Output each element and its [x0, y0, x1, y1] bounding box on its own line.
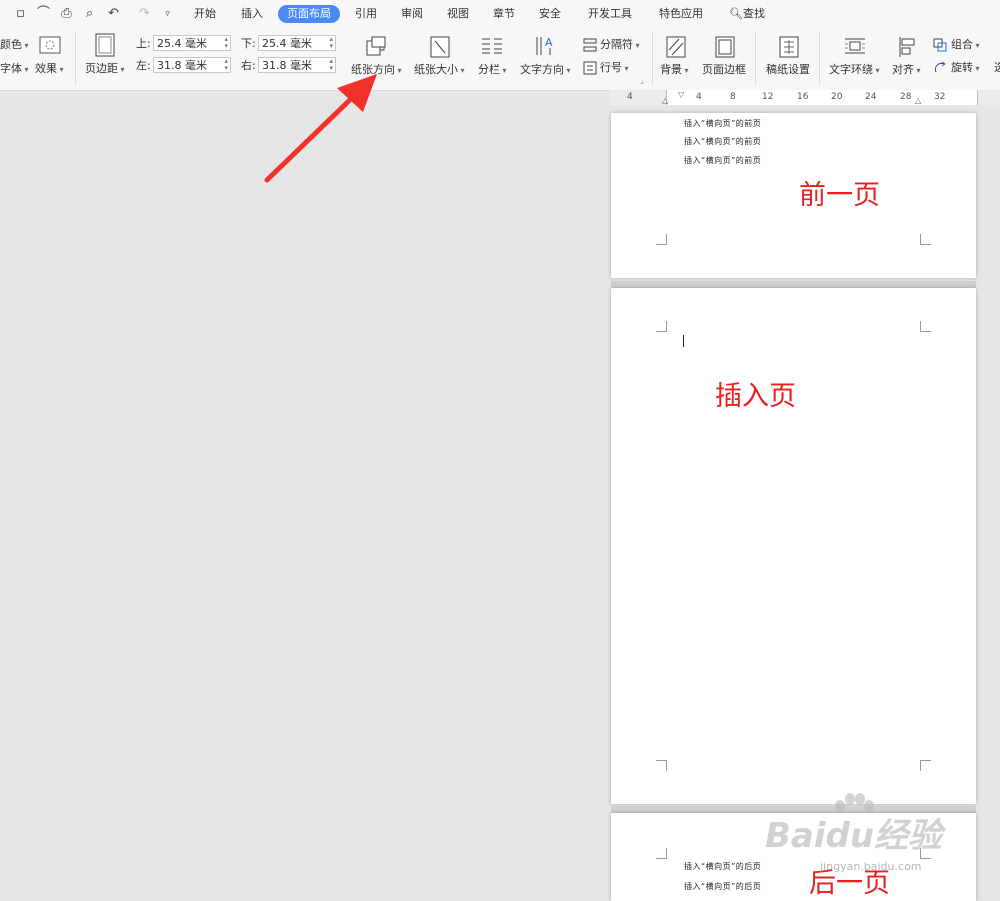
line-numbers-icon — [583, 61, 597, 75]
previous-page[interactable]: 插入“横向页”的前页 插入“横向页”的前页 插入“横向页”的前页 前一页 — [611, 113, 976, 278]
page-border-button[interactable]: 页面边框 — [702, 63, 746, 77]
columns-button[interactable]: 分栏 — [478, 63, 507, 78]
text-cursor — [683, 335, 684, 347]
top-margin-label: 上: — [136, 37, 151, 50]
text-direction-button[interactable]: 文字方向 — [520, 63, 571, 78]
group-button[interactable]: 组合 — [951, 38, 980, 53]
rotate-button[interactable]: 旋转 — [951, 61, 980, 76]
ruler-tick: 32 — [934, 92, 946, 102]
svg-text:A: A — [545, 36, 553, 49]
text-line: 插入“横向页”的前页 — [684, 119, 762, 128]
line-numbers-button[interactable]: 行号 — [600, 61, 629, 76]
redo-icon[interactable]: ↷ — [137, 7, 152, 21]
bottom-margin-input[interactable]: 25.4 毫米 ▴ ▾ — [258, 35, 336, 51]
paw-icon — [832, 792, 876, 818]
print-preview-icon[interactable]: ⌕ — [82, 7, 97, 21]
right-indent-marker[interactable]: △ — [915, 96, 921, 105]
bottom-margin-label: 下: — [241, 37, 256, 50]
tab-review[interactable]: 审阅 — [401, 5, 423, 23]
paper-size-icon — [430, 36, 450, 58]
align-icon — [898, 36, 918, 58]
text-wrap-button[interactable]: 文字环绕 — [829, 63, 880, 78]
rotate-icon — [933, 61, 947, 75]
search-button[interactable]: 🔍︎查找 — [729, 5, 765, 23]
ruler-tick: 28 — [900, 92, 912, 102]
previous-page-caption: 前一页 — [799, 180, 880, 211]
red-arrow-annotation — [264, 74, 377, 183]
text-line: 插入“横向页”的前页 — [684, 156, 762, 165]
ruler-tick: 12 — [762, 92, 774, 102]
ruler-tick: 16 — [797, 92, 809, 102]
margins-button[interactable]: 页边距 — [85, 62, 125, 77]
search-icon: 🔍︎ — [729, 7, 743, 20]
paper-size-button[interactable]: 纸张大小 — [414, 63, 465, 78]
tab-insert[interactable]: 插入 — [241, 5, 263, 23]
horizontal-ruler[interactable]: 4 4 8 12 16 20 24 28 32 ▽ △ △ — [610, 90, 1000, 105]
tab-home[interactable]: 开始 — [194, 5, 216, 23]
effects-icon — [39, 36, 61, 54]
customize-icon[interactable]: ▿ — [160, 7, 175, 21]
margin-corner-mark — [920, 321, 931, 332]
save-icon[interactable]: ▫ — [13, 7, 28, 21]
tab-references[interactable]: 引用 — [355, 5, 377, 23]
text-line: 插入“横向页”的后页 — [684, 882, 762, 891]
ruler-tick: 24 — [865, 92, 877, 102]
right-margin-label: 右: — [241, 59, 256, 72]
print-icon[interactable]: ⎙ — [59, 7, 74, 21]
theme-colors-button[interactable]: 颜色 — [0, 38, 29, 53]
text-direction-icon: A — [535, 35, 557, 57]
effects-button[interactable]: 效果 — [35, 62, 64, 77]
columns-icon — [481, 37, 503, 55]
theme-fonts-button[interactable]: 字体 — [0, 62, 29, 77]
tab-page-layout[interactable]: 页面布局 — [278, 5, 340, 23]
margin-corner-mark — [920, 760, 931, 771]
ruler-text-area — [666, 90, 978, 105]
undo-icon[interactable]: ↶ — [106, 7, 121, 21]
orientation-icon — [365, 35, 387, 57]
text-wrap-icon — [844, 37, 866, 55]
background-icon — [666, 36, 686, 58]
page-setup-dialog-launcher[interactable]: ⌟ — [640, 74, 644, 88]
margins-icon — [95, 33, 115, 57]
breaks-button[interactable]: 分隔符 — [600, 38, 640, 53]
first-line-indent-marker[interactable]: ▽ — [678, 90, 684, 99]
manuscript-grid-icon — [779, 36, 799, 58]
left-margin-input[interactable]: 31.8 毫米 ▴ ▾ — [153, 57, 231, 73]
baidu-watermark-url: jingyan.baidu.com — [820, 860, 922, 873]
margin-corner-mark — [920, 234, 931, 245]
tab-developer[interactable]: 开发工具 — [588, 5, 632, 23]
group-icon — [933, 38, 947, 52]
margin-corner-mark — [656, 234, 667, 245]
align-button[interactable]: 对齐 — [892, 63, 921, 78]
ribbon: ▫ ⌒ ⎙ ⌕ ↶ ↷ ▿ 开始 插入 页面布局 引用 审阅 视图 章节 安全 … — [0, 0, 1000, 91]
tab-special[interactable]: 特色应用 — [659, 5, 703, 23]
text-line: 插入“横向页”的前页 — [684, 137, 762, 146]
margin-corner-mark — [656, 321, 667, 332]
inserted-page-caption: 插入页 — [715, 381, 796, 412]
page-border-icon — [715, 36, 735, 58]
margin-corner-mark — [656, 760, 667, 771]
left-indent-marker[interactable]: △ — [662, 96, 668, 105]
ruler-tick: 8 — [730, 92, 736, 102]
background-button[interactable]: 背景 — [660, 63, 689, 78]
ruler-tick: 4 — [696, 92, 702, 102]
text-line: 插入“横向页”的后页 — [684, 862, 762, 871]
tab-view[interactable]: 视图 — [447, 5, 469, 23]
page-gap — [611, 281, 976, 288]
top-margin-input[interactable]: 25.4 毫米 ▴ ▾ — [153, 35, 231, 51]
select-button-partial[interactable]: 选 — [994, 61, 1000, 75]
ruler-tick: 20 — [831, 92, 843, 102]
format-painter-icon[interactable]: ⌒ — [36, 7, 51, 21]
inserted-page[interactable]: 插入页 — [611, 288, 976, 804]
left-margin-label: 左: — [136, 59, 151, 72]
margin-corner-mark — [656, 848, 667, 859]
breaks-icon — [583, 38, 597, 52]
ruler-tick: 4 — [627, 92, 633, 102]
manuscript-settings-button[interactable]: 稿纸设置 — [766, 63, 810, 77]
tab-security[interactable]: 安全 — [539, 5, 561, 23]
tab-chapter[interactable]: 章节 — [493, 5, 515, 23]
